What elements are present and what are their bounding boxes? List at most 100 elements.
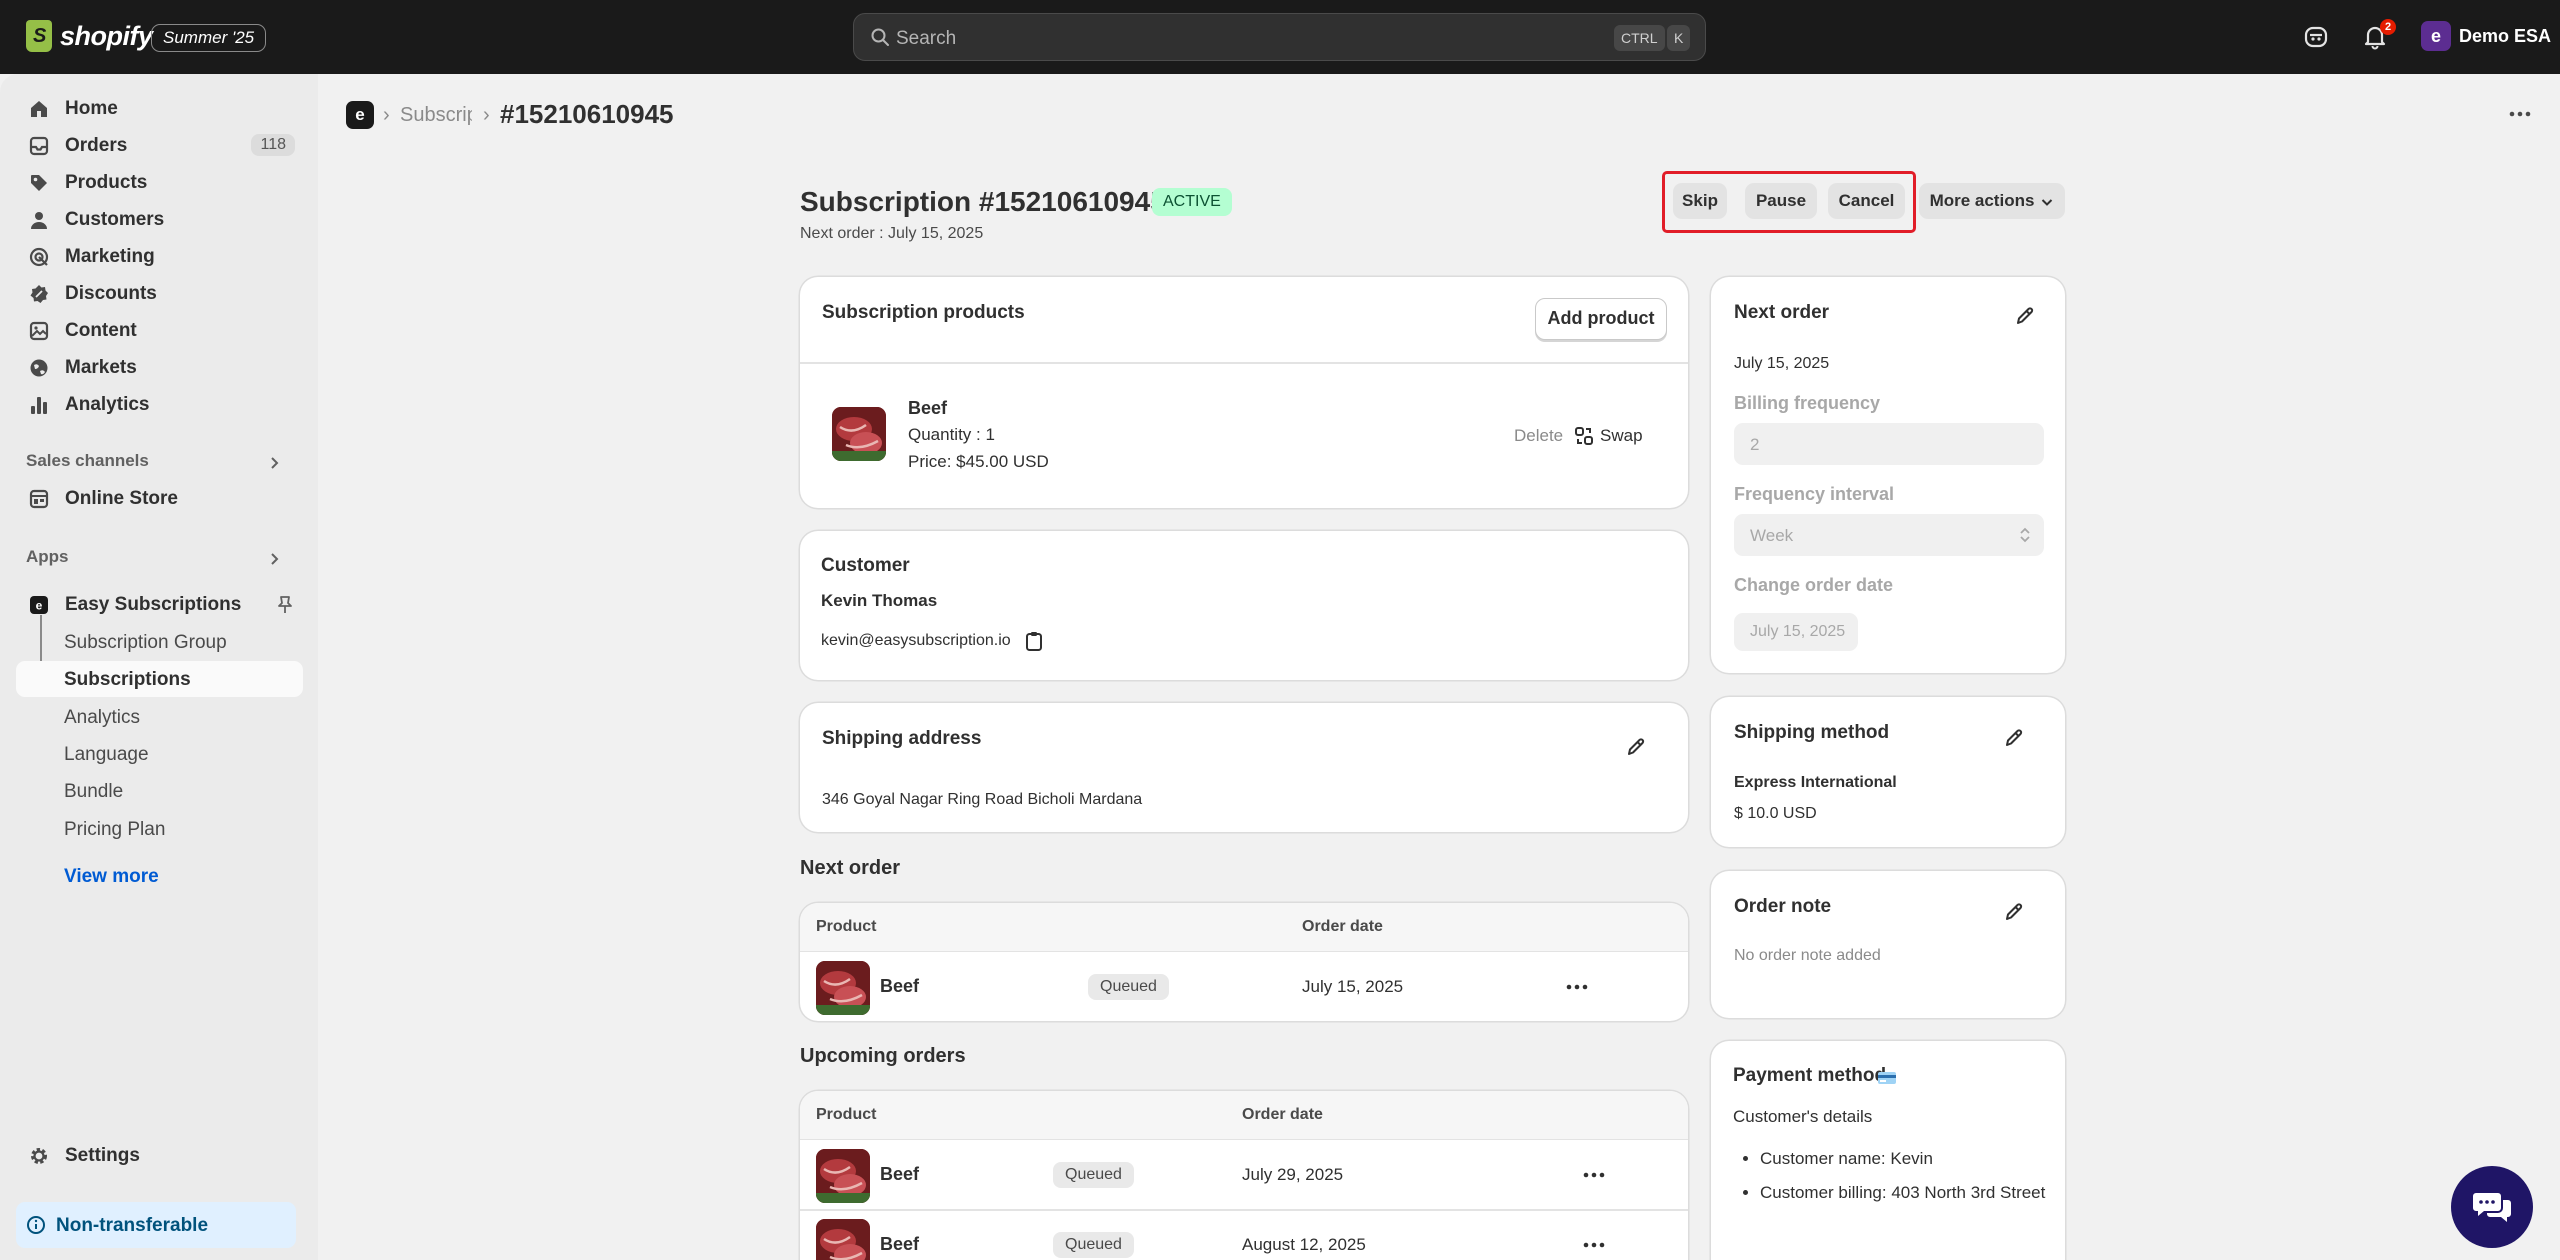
edit-pencil-icon[interactable] [2014, 305, 2036, 327]
edit-pencil-icon[interactable] [2003, 727, 2025, 749]
clipboard-icon[interactable] [1024, 630, 1044, 652]
sidebar-item-label: Settings [65, 1145, 140, 1166]
sidebar-subitem-pricing-plan[interactable]: Pricing Plan [16, 811, 303, 847]
edit-pencil-icon[interactable] [2003, 901, 2025, 923]
sidebar-item-settings[interactable]: Settings [16, 1138, 303, 1174]
sidebar-subitem-bundle[interactable]: Bundle [16, 773, 303, 809]
sidebar-item-online-store[interactable]: Online Store [16, 481, 303, 517]
shopify-logo[interactable]: shopify [26, 20, 153, 52]
sidebar-subitem-label: Bundle [64, 781, 124, 802]
chevron-right-icon[interactable] [266, 551, 282, 567]
tag-icon [31, 175, 47, 191]
shipping-method-card: Shipping method Express International $ … [1711, 697, 2065, 847]
card-title: Subscription products [822, 302, 1025, 323]
more-horizontal-icon[interactable] [2508, 104, 2532, 124]
easy-subscriptions-app-icon: e [30, 596, 48, 614]
apps-heading[interactable]: Apps [26, 547, 69, 567]
shipping-address-text: 346 Goyal Nagar Ring Road Bicholi Mardan… [822, 791, 1143, 808]
edition-badge[interactable]: Summer '25 [151, 24, 267, 52]
product-thumbnail [816, 1149, 870, 1203]
edit-pencil-icon[interactable] [1625, 736, 1647, 758]
change-order-date-button[interactable]: July 15, 2025 [1734, 613, 1858, 651]
chat-button[interactable] [2451, 1166, 2533, 1248]
product-name[interactable]: Beef [908, 398, 947, 419]
shipping-method-price: $ 10.0 USD [1734, 805, 1817, 822]
sidebar-item-label: Content [65, 320, 137, 341]
sidebar-item-discounts[interactable]: Discounts [16, 276, 303, 312]
sidebar-subitem-label: Language [64, 744, 149, 765]
sidebar-subitem-language[interactable]: Language [16, 736, 303, 772]
sidebar-item-label: Products [65, 172, 148, 193]
chevron-right-icon[interactable] [266, 455, 282, 471]
sidekick-icon[interactable] [2303, 24, 2329, 50]
breadcrumb-subscriptions[interactable]: Subscriptions [400, 104, 472, 127]
more-horizontal-icon[interactable] [1566, 983, 1588, 991]
swap-button[interactable]: Swap [1600, 426, 1643, 446]
store-avatar[interactable]: e [2421, 21, 2451, 51]
sidebar-item-content[interactable]: Content [16, 313, 303, 349]
sidebar-item-easy-subscriptions[interactable]: e Easy Subscriptions [16, 587, 303, 623]
sidebar-item-label: Discounts [65, 283, 157, 304]
customer-details-list: Customer name: Kevin Customer billing: 4… [1756, 1146, 2076, 1214]
billing-frequency-input[interactable]: 2 [1734, 423, 2044, 465]
card-title: Shipping address [822, 728, 982, 749]
sidebar-item-customers[interactable]: Customers [16, 202, 303, 238]
search-bar[interactable]: Search CTRL K [853, 13, 1706, 61]
search-placeholder: Search [896, 28, 957, 49]
discount-icon [30, 285, 48, 303]
sidebar-item-label: Home [65, 98, 118, 119]
list-item: Customer billing: 403 North 3rd Street [1760, 1180, 2076, 1205]
swap-icon[interactable] [1574, 426, 1594, 446]
sidebar-subitem-analytics[interactable]: Analytics [16, 699, 303, 735]
frequency-interval-select[interactable]: Week [1734, 514, 2044, 556]
table-header: Product Order date [800, 1091, 1688, 1140]
billing-frequency-value: 2 [1750, 435, 1760, 454]
sidebar-item-markets[interactable]: Markets [16, 350, 303, 386]
svg-text:e: e [36, 599, 43, 613]
breadcrumb-separator: › [383, 104, 390, 126]
sidebar-subitem-subscriptions[interactable]: Subscriptions [16, 661, 303, 697]
column-header-order-date: Order date [1242, 1106, 1323, 1123]
status-badge: ACTIVE [1152, 188, 1232, 216]
cancel-button[interactable]: Cancel [1828, 183, 1905, 219]
sidebar-item-marketing[interactable]: Marketing [16, 239, 303, 275]
sidebar-item-label: Online Store [65, 488, 178, 509]
view-more-link[interactable]: View more [64, 866, 159, 888]
sidebar-item-home[interactable]: Home [16, 91, 303, 127]
customer-card: Customer Kevin Thomas kevin@easysubscrip… [800, 531, 1688, 680]
product-name: Beef [880, 976, 920, 996]
sidebar-item-analytics[interactable]: Analytics [16, 387, 303, 423]
sidebar-subitem-subscription-group[interactable]: Subscription Group [16, 624, 303, 660]
card-title: Next order [1734, 302, 1830, 323]
pin-icon[interactable] [276, 595, 294, 615]
breadcrumb-separator: › [483, 104, 490, 126]
more-horizontal-icon[interactable] [1583, 1171, 1605, 1179]
target-icon [29, 247, 49, 267]
breadcrumb-app-icon[interactable]: e [346, 101, 374, 129]
orders-count-badge: 118 [251, 134, 295, 156]
kbd-k: K [1667, 25, 1691, 51]
non-transferable-banner[interactable]: Non-transferable [16, 1202, 296, 1248]
store-name[interactable]: Demo ESA [2459, 26, 2551, 47]
more-actions-button[interactable]: More actions [1919, 183, 2065, 219]
status-badge: Queued [1088, 974, 1169, 1000]
customer-name[interactable]: Kevin Thomas [821, 591, 937, 611]
customer-details-heading: Customer's details [1733, 1107, 1873, 1126]
card-title: Customer [821, 555, 910, 576]
skip-button[interactable]: Skip [1673, 183, 1727, 219]
divider [800, 1209, 1688, 1211]
sidebar-item-products[interactable]: Products [16, 165, 303, 201]
more-horizontal-icon[interactable] [1583, 1241, 1605, 1249]
pause-button[interactable]: Pause [1745, 183, 1817, 219]
chat-bubble-icon [2473, 1193, 2511, 1222]
shipping-address-card: Shipping address 346 Goyal Nagar Ring Ro… [800, 703, 1688, 832]
sales-channels-heading[interactable]: Sales channels [26, 451, 149, 471]
add-product-button[interactable]: Add product [1535, 298, 1667, 340]
shipping-method-name: Express International [1734, 774, 1897, 791]
breadcrumb-current: #15210610945 [500, 99, 674, 129]
upcoming-orders-heading: Upcoming orders [800, 1045, 966, 1067]
sidebar-item-orders[interactable]: Orders 118 [16, 128, 303, 164]
delete-button[interactable]: Delete [1514, 426, 1563, 446]
page-title: Subscription #15210610945 [800, 186, 1166, 217]
product-thumbnail [816, 1219, 870, 1260]
